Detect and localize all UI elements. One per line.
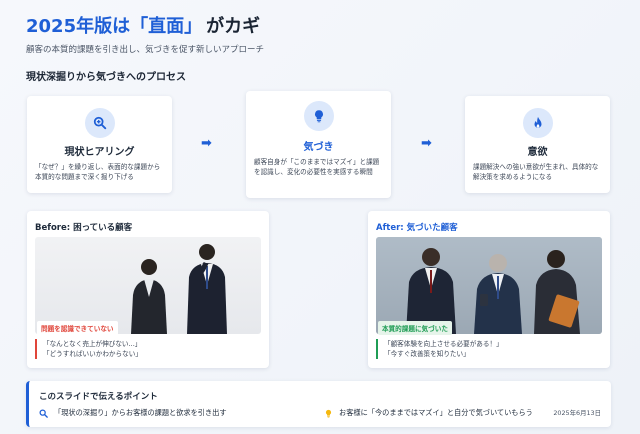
before-title: Before: 困っている顧客: [35, 223, 133, 233]
after-card: After: 気づいた顧客 本質的課題に気づいた 「顧客体験を向上させる必要があ…: [368, 211, 610, 368]
step-title: 意欲: [527, 147, 548, 158]
confused-customers-photo: [35, 237, 261, 334]
after-status-badge: 本質的課題に気づいた: [378, 321, 452, 335]
title-highlight: 2025年版は「直面」: [26, 16, 203, 37]
process-section-title: 現状深掘りから気づきへのプロセス: [26, 72, 186, 83]
lightbulb-icon: [325, 409, 332, 418]
key-point-text: お客様に「今のままではマズイ」と自分で気づいていもらう: [339, 408, 533, 417]
quote-line: 「なんとなく売上が伸びない...」: [43, 340, 142, 348]
magnify-plus-icon: [84, 108, 115, 138]
arrow-right-icon: ➡: [201, 136, 212, 151]
step-desc: 「なぜ？」を繰り返し、表面的な課題から本質的な問題まで深く掘り下げる: [35, 163, 161, 182]
title-rest: がカギ: [206, 16, 261, 37]
before-status-badge: 問題を認識できていない: [37, 321, 118, 335]
step-title: 気づき: [303, 142, 334, 153]
slide-date: 2025年6月13日: [553, 409, 601, 417]
key-point-item: お客様に「今のままではマズイ」と自分で気づいていもらう: [324, 408, 533, 418]
process-step-motivation: 意欲 課題解決への強い意欲が生まれ、具体的な解決策を求めるようになる: [465, 96, 610, 193]
process-step-hearing: 現状ヒアリング 「なぜ？」を繰り返し、表面的な課題から本質的な問題まで深く掘り下…: [27, 96, 172, 193]
lightbulb-icon: [303, 101, 334, 131]
after-title: After: 気づいた顧客: [376, 223, 458, 233]
quote-line: 「どうすればいいかわからない」: [43, 350, 142, 359]
before-quote: 「なんとなく売上が伸びない...」 「どうすればいいかわからない」: [35, 339, 261, 360]
step-desc: 顧客自身が「このままではマズイ」と課題を認識し、変化の必要性を実感する瞬間: [254, 158, 380, 177]
search-icon: [39, 409, 48, 418]
quote-line: 「今すぐ改善策を知りたい」: [384, 350, 470, 359]
key-point-text: 「現状の深掘り」からお客様の課題と欲求を引き出す: [54, 408, 227, 417]
key-point-item: 「現状の深掘り」からお客様の課題と欲求を引き出す: [39, 408, 227, 418]
step-title: 現状ヒアリング: [64, 147, 135, 158]
quote-line: 「顧客体験を向上させる必要がある！」: [384, 340, 503, 348]
arrow-right-icon: ➡: [421, 136, 432, 151]
step-desc: 課題解決への強い意欲が生まれ、具体的な解決策を求めるようになる: [473, 163, 599, 182]
page-title: 2025年版は「直面」 がカギ: [26, 12, 260, 38]
page-subtitle: 顧客の本質的課題を引き出し、気づきを促す新しいアプローチ: [26, 45, 265, 55]
after-quote: 「顧客体験を向上させる必要がある！」 「今すぐ改善策を知りたい」: [376, 339, 602, 360]
process-step-awareness: 気づき 顧客自身が「このままではマズイ」と課題を認識し、変化の必要性を実感する瞬…: [246, 91, 391, 198]
before-card: Before: 困っている顧客 問題を認識できていない 「なんとなく売上が伸びな…: [27, 211, 269, 368]
flame-icon: [522, 108, 553, 138]
key-points-title: このスライドで伝えるポイント: [39, 392, 158, 402]
aware-customers-photo: [376, 237, 602, 334]
key-points-box: このスライドで伝えるポイント 「現状の深掘り」からお客様の課題と欲求を引き出す …: [26, 381, 611, 427]
